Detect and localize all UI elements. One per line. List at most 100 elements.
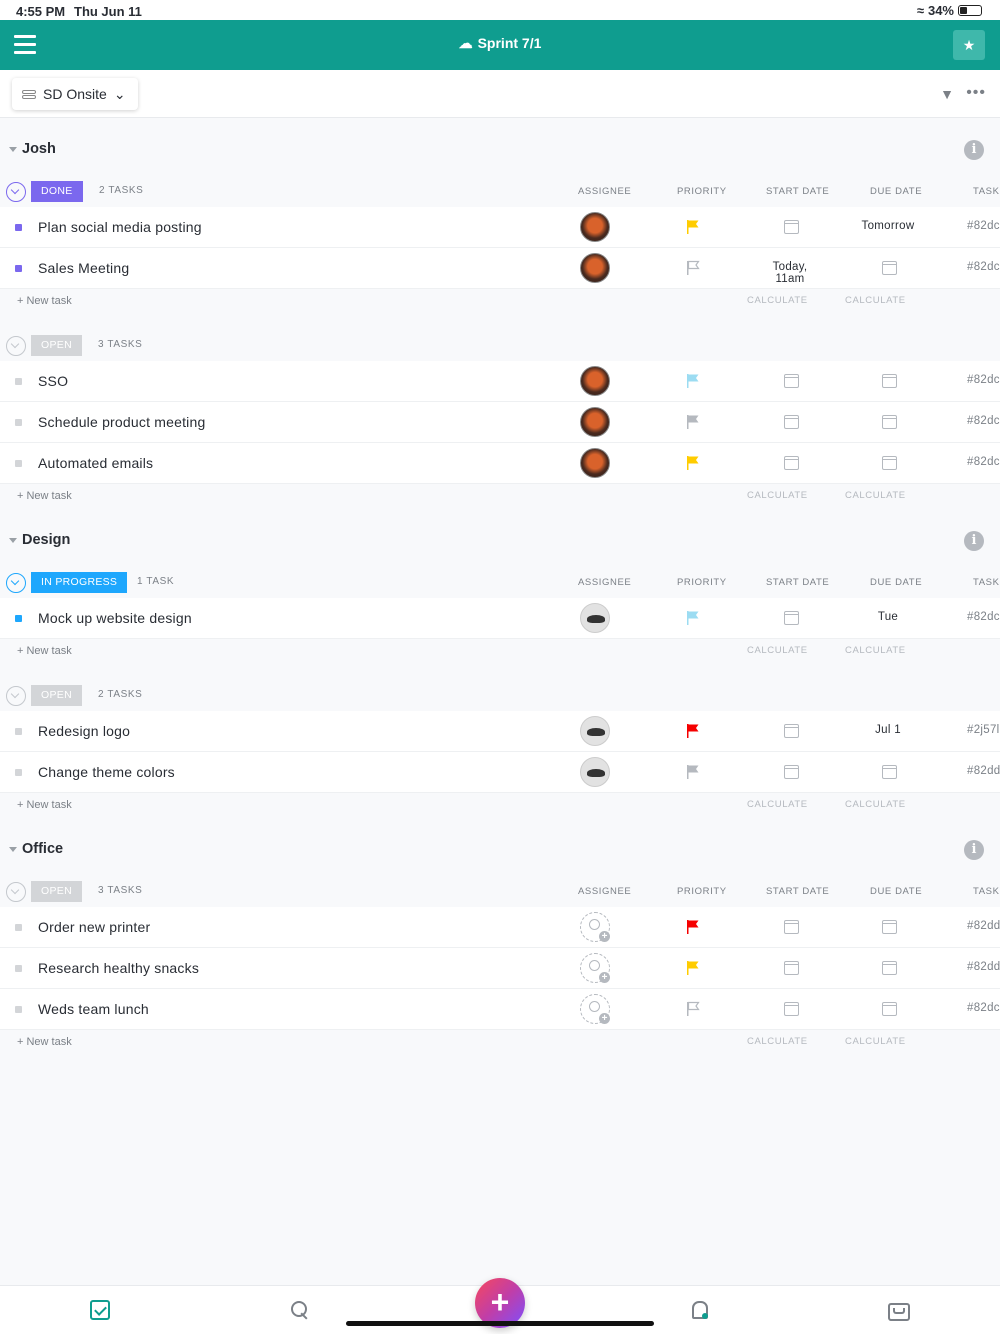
add-assignee-icon[interactable] <box>580 953 610 983</box>
calendar-check-icon[interactable] <box>882 374 897 388</box>
status-dot[interactable] <box>15 265 22 272</box>
priority-flag-icon[interactable] <box>686 455 700 471</box>
task-row[interactable]: Plan social media posting Tomorrow #82dc <box>0 207 1000 248</box>
add-assignee-icon[interactable] <box>580 994 610 1024</box>
column-header-start[interactable]: START DATE <box>766 886 829 897</box>
column-header-due[interactable]: DUE DATE <box>870 886 922 897</box>
calculate-link[interactable]: CALCULATE <box>845 1036 906 1047</box>
calendar-icon[interactable] <box>784 961 799 975</box>
calculate-link[interactable]: CALCULATE <box>845 645 906 656</box>
caret-down-icon[interactable] <box>9 847 17 852</box>
status-dot[interactable] <box>15 769 22 776</box>
task-name[interactable]: Automated emails <box>38 455 153 471</box>
status-dot[interactable] <box>15 378 22 385</box>
status-badge[interactable]: OPEN <box>31 685 82 706</box>
caret-down-icon[interactable] <box>9 147 17 152</box>
priority-flag-icon[interactable] <box>686 960 700 976</box>
status-dot[interactable] <box>15 728 22 735</box>
task-name[interactable]: Plan social media posting <box>38 219 202 235</box>
priority-flag-icon[interactable] <box>686 219 700 235</box>
task-name[interactable]: Research healthy snacks <box>38 960 199 976</box>
calendar-icon[interactable] <box>784 374 799 388</box>
collapse-toggle-icon[interactable] <box>6 686 26 706</box>
avatar[interactable] <box>580 757 610 787</box>
calculate-link[interactable]: CALCULATE <box>747 645 808 656</box>
priority-flag-icon[interactable] <box>686 723 700 739</box>
new-task-link[interactable]: + New task <box>17 295 72 307</box>
status-dot[interactable] <box>15 924 22 931</box>
avatar[interactable] <box>580 212 610 242</box>
task-name[interactable]: Redesign logo <box>38 723 130 739</box>
task-row[interactable]: Mock up website design Tue #82dc <box>0 598 1000 639</box>
caret-down-icon[interactable] <box>9 538 17 543</box>
calendar-icon[interactable] <box>784 724 799 738</box>
calendar-check-icon[interactable] <box>882 920 897 934</box>
collapse-toggle-icon[interactable] <box>6 336 26 356</box>
priority-flag-icon[interactable] <box>686 414 700 430</box>
info-icon[interactable]: i <box>964 140 984 160</box>
task-name[interactable]: SSO <box>38 373 68 389</box>
calculate-link[interactable]: CALCULATE <box>747 295 808 306</box>
task-row[interactable]: Automated emails #82dc <box>0 443 1000 484</box>
calendar-check-icon[interactable] <box>882 765 897 779</box>
start-date[interactable]: Today, 11am <box>757 261 823 285</box>
column-header-task[interactable]: TASK <box>973 186 1000 197</box>
task-name[interactable]: Schedule product meeting <box>38 414 205 430</box>
add-assignee-icon[interactable] <box>580 912 610 942</box>
task-name[interactable]: Sales Meeting <box>38 260 129 276</box>
column-header-start[interactable]: START DATE <box>766 186 829 197</box>
status-dot[interactable] <box>15 615 22 622</box>
due-date[interactable]: Tomorrow <box>859 220 917 232</box>
task-row[interactable]: Redesign logo Jul 1 #2j57l <box>0 711 1000 752</box>
calculate-link[interactable]: CALCULATE <box>747 1036 808 1047</box>
new-task-link[interactable]: + New task <box>17 490 72 502</box>
calendar-icon[interactable] <box>784 220 799 234</box>
avatar[interactable] <box>580 253 610 283</box>
status-dot[interactable] <box>15 460 22 467</box>
filter-icon[interactable]: ▼ <box>940 86 954 102</box>
column-header-priority[interactable]: PRIORITY <box>677 886 727 897</box>
task-row[interactable]: Research healthy snacks #82dd <box>0 948 1000 989</box>
new-task-link[interactable]: + New task <box>17 1036 72 1048</box>
status-badge[interactable]: OPEN <box>31 335 82 356</box>
status-dot[interactable] <box>15 1006 22 1013</box>
task-name[interactable]: Weds team lunch <box>38 1001 149 1017</box>
column-header-assignee[interactable]: ASSIGNEE <box>578 886 631 897</box>
avatar[interactable] <box>580 448 610 478</box>
collapse-toggle-icon[interactable] <box>6 882 26 902</box>
column-header-assignee[interactable]: ASSIGNEE <box>578 577 631 588</box>
status-badge[interactable]: OPEN <box>31 881 82 902</box>
calculate-link[interactable]: CALCULATE <box>747 799 808 810</box>
search-icon[interactable] <box>290 1300 310 1320</box>
column-header-due[interactable]: DUE DATE <box>870 186 922 197</box>
info-icon[interactable]: i <box>964 840 984 860</box>
task-row[interactable]: Change theme colors #82dd <box>0 752 1000 793</box>
calendar-check-icon[interactable] <box>882 261 897 275</box>
calendar-check-icon[interactable] <box>882 961 897 975</box>
new-task-link[interactable]: + New task <box>17 799 72 811</box>
calculate-link[interactable]: CALCULATE <box>845 799 906 810</box>
priority-flag-icon[interactable] <box>686 919 700 935</box>
avatar[interactable] <box>580 407 610 437</box>
task-name[interactable]: Mock up website design <box>38 610 192 626</box>
task-name[interactable]: Change theme colors <box>38 764 175 780</box>
avatar[interactable] <box>580 716 610 746</box>
status-dot[interactable] <box>15 419 22 426</box>
task-row[interactable]: Schedule product meeting #82dc <box>0 402 1000 443</box>
calendar-check-icon[interactable] <box>882 1002 897 1016</box>
task-name[interactable]: Order new printer <box>38 919 150 935</box>
task-row[interactable]: Weds team lunch #82dc <box>0 989 1000 1030</box>
status-badge[interactable]: IN PROGRESS <box>31 572 128 593</box>
column-header-assignee[interactable]: ASSIGNEE <box>578 186 631 197</box>
calendar-check-icon[interactable] <box>882 456 897 470</box>
column-header-start[interactable]: START DATE <box>766 577 829 588</box>
calculate-link[interactable]: CALCULATE <box>845 490 906 501</box>
calendar-icon[interactable] <box>784 765 799 779</box>
priority-flag-icon[interactable] <box>686 610 700 626</box>
bell-icon[interactable] <box>690 1300 710 1320</box>
column-header-task[interactable]: TASK <box>973 577 1000 588</box>
status-dot[interactable] <box>15 224 22 231</box>
calendar-icon[interactable] <box>784 920 799 934</box>
column-header-priority[interactable]: PRIORITY <box>677 577 727 588</box>
column-header-due[interactable]: DUE DATE <box>870 577 922 588</box>
